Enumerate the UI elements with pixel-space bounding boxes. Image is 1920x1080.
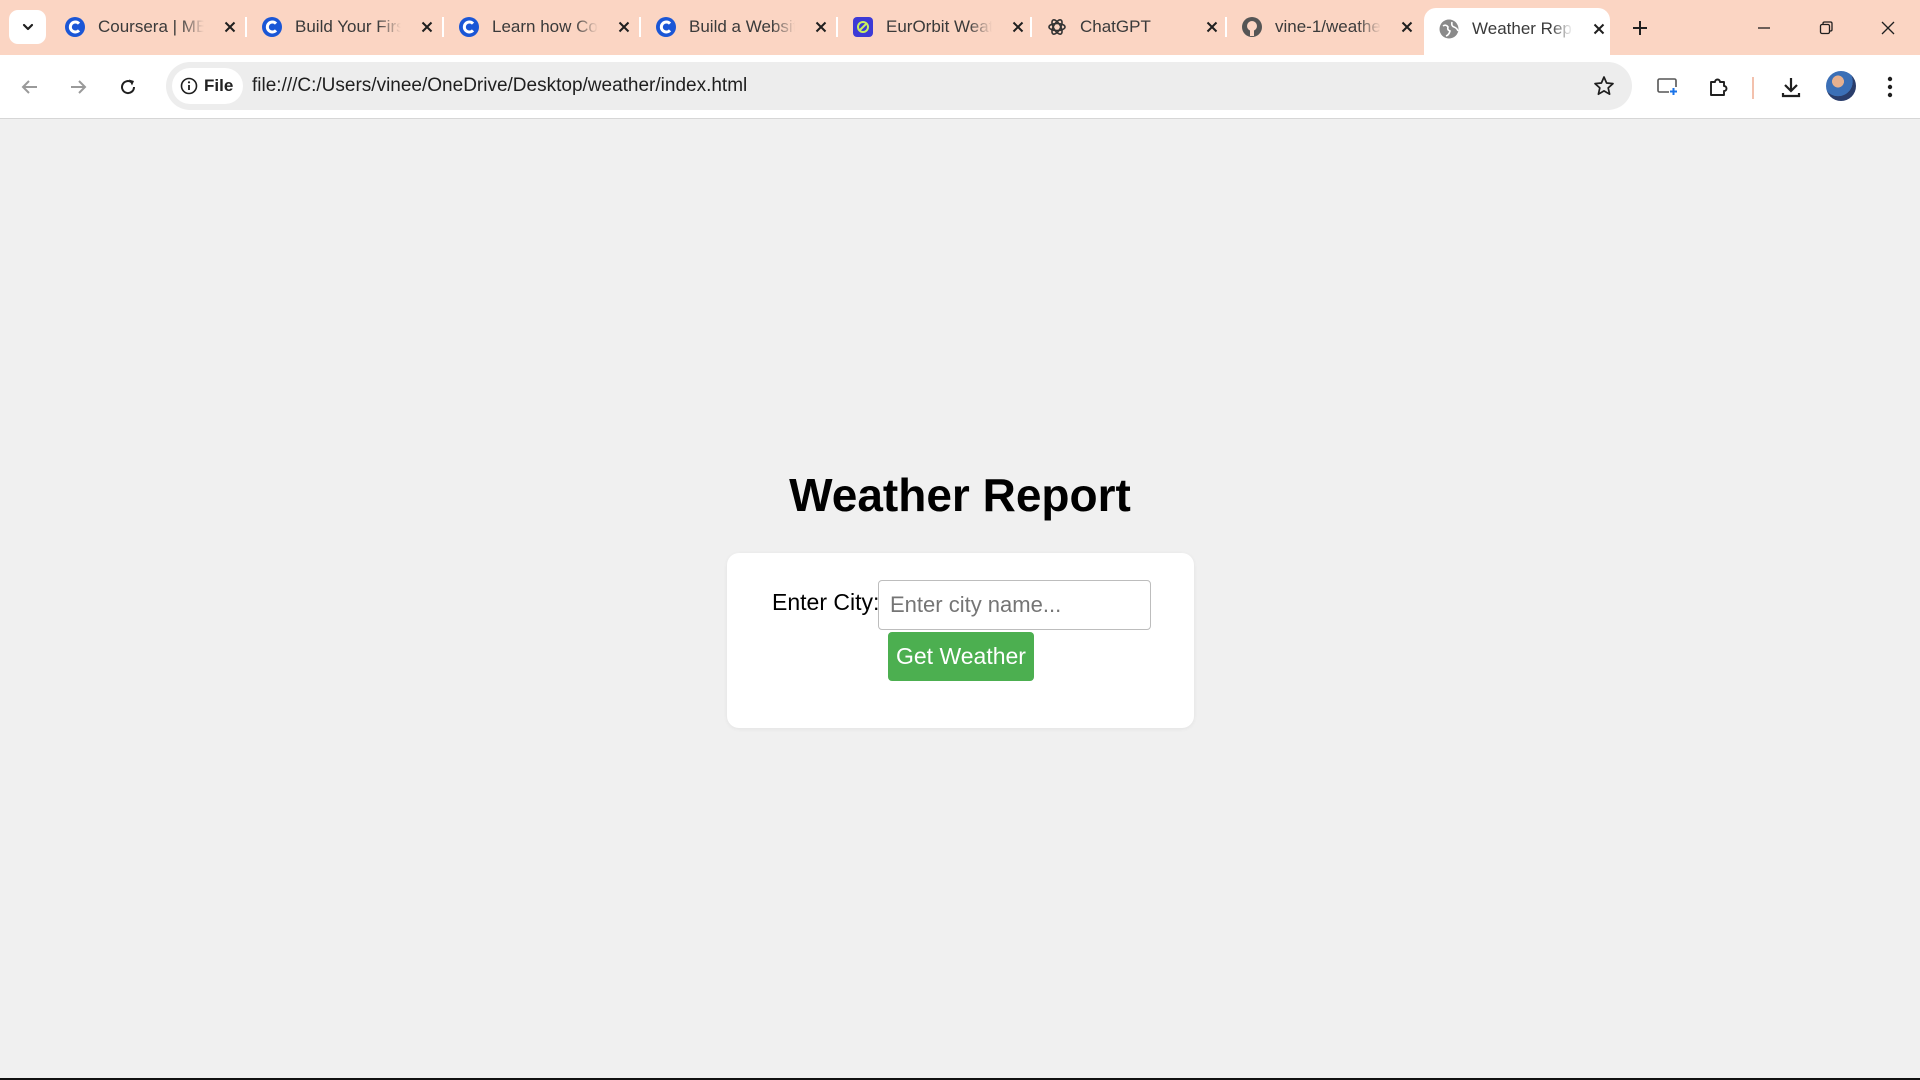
close-icon[interactable]: [218, 15, 242, 39]
plus-icon: [1631, 19, 1649, 37]
close-icon[interactable]: [1200, 15, 1224, 39]
tab-weather-report[interactable]: Weather Report: [1424, 8, 1610, 55]
browser-toolbar: File file:///C:/Users/vinee/OneDrive/Des…: [0, 55, 1920, 119]
cast-button[interactable]: [1648, 67, 1688, 107]
tab-title: Build Your First: [295, 17, 401, 36]
chatgpt-icon: [1046, 16, 1068, 38]
close-icon[interactable]: [809, 15, 833, 39]
tab-title: EurOrbit Weather: [886, 17, 992, 36]
tab-chatgpt[interactable]: ChatGPT: [1032, 8, 1224, 46]
kebab-menu-icon: [1887, 76, 1893, 98]
close-icon[interactable]: [612, 15, 636, 39]
tab-title: vine-1/weather: [1275, 17, 1381, 36]
tab-title: Learn how Code: [492, 17, 598, 36]
tab-build-first[interactable]: Build Your First: [247, 8, 439, 46]
tab-github-weather[interactable]: vine-1/weather: [1227, 8, 1419, 46]
weather-form-card: Enter City: Get Weather: [727, 553, 1194, 728]
url-text[interactable]: file:///C:/Users/vinee/OneDrive/Desktop/…: [252, 62, 747, 110]
tab-eurorbit[interactable]: EurOrbit Weather: [838, 8, 1030, 46]
screen-cast-icon: [1656, 76, 1680, 98]
tab-title: Build a Website: [689, 17, 795, 36]
new-tab-button[interactable]: [1624, 12, 1656, 44]
tab-learn-how[interactable]: Learn how Code: [444, 8, 636, 46]
coursera-icon: [655, 16, 677, 38]
arrow-left-icon: [20, 77, 40, 97]
page-content: Weather Report Enter City: Get Weather: [0, 120, 1920, 1078]
downloads-button[interactable]: [1771, 67, 1811, 107]
tab-title: Weather Report: [1472, 18, 1573, 38]
city-input[interactable]: [878, 580, 1151, 630]
globe-icon: [1438, 18, 1460, 40]
tab-title: Coursera | MBA: [98, 17, 204, 36]
back-button[interactable]: [10, 67, 50, 107]
close-icon[interactable]: [1395, 15, 1419, 39]
tab-coursera-mba[interactable]: Coursera | MBA: [50, 8, 242, 46]
restore-icon: [1818, 20, 1834, 36]
download-icon: [1779, 75, 1803, 99]
coursera-icon: [458, 16, 480, 38]
get-weather-button[interactable]: Get Weather: [888, 632, 1034, 681]
coursera-icon: [64, 16, 86, 38]
tab-strip: Coursera | MBA Build Your First Learn ho…: [0, 0, 1920, 55]
extensions-button[interactable]: [1698, 67, 1738, 107]
page-title: Weather Report: [789, 469, 1131, 521]
tab-title: ChatGPT: [1080, 17, 1151, 36]
star-icon[interactable]: [1592, 74, 1616, 98]
info-icon: [180, 77, 198, 95]
close-icon[interactable]: [1006, 15, 1030, 39]
puzzle-icon: [1706, 75, 1730, 99]
tab-build-website[interactable]: Build a Website: [641, 8, 833, 46]
eurorbit-icon: [852, 16, 874, 38]
profile-avatar[interactable]: [1826, 71, 1856, 101]
close-window-button[interactable]: [1858, 0, 1918, 55]
site-info-chip[interactable]: File: [172, 68, 244, 104]
menu-button[interactable]: [1870, 67, 1910, 107]
city-label: Enter City:: [772, 589, 880, 615]
github-icon: [1241, 16, 1263, 38]
address-bar[interactable]: File file:///C:/Users/vinee/OneDrive/Des…: [166, 62, 1632, 110]
arrow-right-icon: [68, 77, 88, 97]
forward-button[interactable]: [58, 67, 98, 107]
security-chip-label: File: [204, 76, 234, 95]
coursera-icon: [261, 16, 283, 38]
close-icon[interactable]: [1587, 17, 1610, 41]
minimize-icon: [1756, 20, 1772, 36]
restore-button[interactable]: [1796, 0, 1856, 55]
reload-button[interactable]: [108, 67, 148, 107]
close-icon[interactable]: [415, 15, 439, 39]
reload-icon: [118, 77, 138, 97]
chevron-down-icon: [21, 20, 35, 34]
tab-search-button[interactable]: [9, 10, 46, 44]
minimize-button[interactable]: [1734, 0, 1794, 55]
close-icon: [1880, 20, 1896, 36]
toolbar-divider: [1752, 77, 1754, 99]
